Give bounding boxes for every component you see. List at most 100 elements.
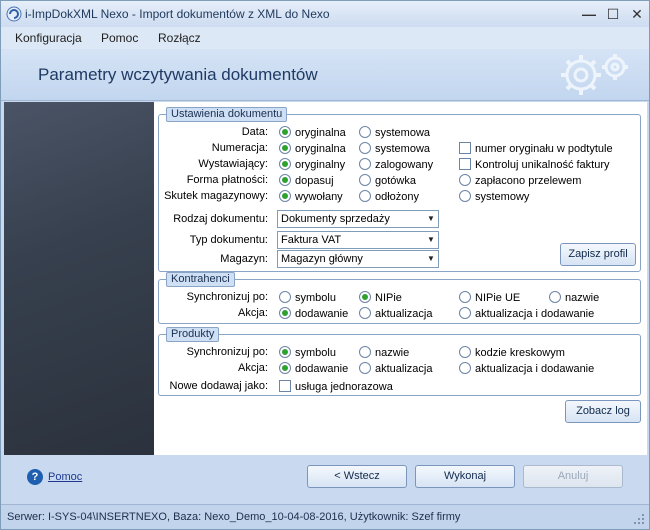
- dropdown-arrow-icon[interactable]: ▼: [424, 251, 438, 267]
- close-button[interactable]: ✕: [627, 5, 647, 23]
- radio-forma-dopasuj[interactable]: dopasuj: [279, 174, 334, 188]
- menu-pomoc[interactable]: Pomoc: [101, 31, 138, 45]
- side-banner: [4, 102, 154, 455]
- checkbox-empty-icon: [279, 380, 291, 392]
- radio-empty-icon: [359, 307, 371, 319]
- group-ustawienia-dokumentu: Ustawienia dokumentu Data: oryginalna sy…: [158, 107, 641, 272]
- radio-selected-icon: [279, 174, 291, 186]
- help-icon[interactable]: ?: [27, 469, 43, 485]
- resize-grip-icon[interactable]: [633, 513, 645, 525]
- radio-produkty-nazwie[interactable]: nazwie: [359, 346, 409, 360]
- radio-empty-icon: [459, 307, 471, 319]
- checkbox-usluga-jednorazowa[interactable]: usługa jednorazowa: [279, 380, 393, 394]
- radio-selected-icon: [359, 291, 371, 303]
- content-panel: Ustawienia dokumentu Data: oryginalna sy…: [154, 102, 647, 455]
- radio-numeracja-systemowa[interactable]: systemowa: [359, 142, 430, 156]
- select-value: Magazyn główny: [281, 253, 363, 265]
- label-kontrahenci-akcja: Akcja:: [238, 307, 268, 319]
- select-rodzaj-dokumentu[interactable]: Dokumenty sprzedaży ▼: [277, 210, 439, 228]
- checkbox-unikalnosc-faktury[interactable]: Kontroluj unikalność faktury: [459, 158, 610, 172]
- radio-forma-przelew[interactable]: zapłacono przelewem: [459, 174, 581, 188]
- checkbox-numer-podtytul[interactable]: numer oryginału w podtytule: [459, 142, 613, 156]
- radio-empty-icon: [359, 142, 371, 154]
- help-link[interactable]: Pomoc: [48, 471, 82, 483]
- cancel-button: Anuluj: [523, 465, 623, 488]
- zobacz-log-button[interactable]: Zobacz log: [565, 400, 641, 423]
- radio-empty-icon: [459, 190, 471, 202]
- title-bar: i-ImpDokXML Nexo - Import dokumentów z X…: [1, 1, 649, 27]
- radio-empty-icon: [459, 362, 471, 374]
- label-wystawiajacy: Wystawiający:: [198, 158, 268, 170]
- label-forma-platnosci: Forma płatności:: [186, 174, 268, 186]
- radio-empty-icon: [279, 291, 291, 303]
- checkbox-empty-icon: [459, 158, 471, 170]
- radio-kontrahenci-nazwie[interactable]: nazwie: [549, 291, 599, 305]
- radio-produkty-dodawanie[interactable]: dodawanie: [279, 362, 348, 376]
- radio-numeracja-oryginalna[interactable]: oryginalna: [279, 142, 346, 156]
- dropdown-arrow-icon[interactable]: ▼: [424, 211, 438, 227]
- radio-produkty-aktualizacja-dodawanie[interactable]: aktualizacja i dodawanie: [459, 362, 594, 376]
- group-title: Produkty: [166, 327, 220, 342]
- radio-kontrahenci-aktualizacja[interactable]: aktualizacja: [359, 307, 432, 321]
- radio-empty-icon: [459, 174, 471, 186]
- radio-selected-icon: [279, 307, 291, 319]
- status-text: Serwer: I-SYS-04\INSERTNEXO, Baza: Nexo_…: [7, 511, 461, 523]
- radio-forma-gotowka[interactable]: gotówka: [359, 174, 416, 188]
- group-kontrahenci: Kontrahenci Synchronizuj po: symbolu NIP…: [158, 272, 641, 324]
- radio-kontrahenci-dodawanie[interactable]: dodawanie: [279, 307, 348, 321]
- run-button[interactable]: Wykonaj: [415, 465, 515, 488]
- menu-konfiguracja[interactable]: Konfiguracja: [15, 31, 82, 45]
- radio-empty-icon: [359, 126, 371, 138]
- menu-rozlacz[interactable]: Rozłącz: [158, 31, 201, 45]
- group-produkty: Produkty Synchronizuj po: symbolu nazwie…: [158, 327, 641, 396]
- dropdown-arrow-icon[interactable]: ▼: [424, 232, 438, 248]
- label-skutek-magazynowy: Skutek magazynowy:: [164, 190, 268, 202]
- maximize-button[interactable]: ☐: [603, 5, 623, 23]
- zapisz-profil-button[interactable]: Zapisz profil: [560, 243, 636, 266]
- select-magazyn[interactable]: Magazyn główny ▼: [277, 250, 439, 268]
- radio-selected-icon: [279, 190, 291, 202]
- status-bar: Serwer: I-SYS-04\INSERTNEXO, Baza: Nexo_…: [1, 504, 649, 529]
- label-typ-dokumentu: Typ dokumentu:: [189, 234, 268, 246]
- radio-selected-icon: [279, 158, 291, 170]
- radio-skutek-odlozony[interactable]: odłożony: [359, 190, 419, 204]
- select-value: Dokumenty sprzedaży: [281, 213, 390, 225]
- back-button[interactable]: < Wstecz: [307, 465, 407, 488]
- minimize-button[interactable]: —: [579, 5, 599, 23]
- radio-empty-icon: [359, 158, 371, 170]
- radio-kontrahenci-nipie-ue[interactable]: NIPie UE: [459, 291, 520, 305]
- radio-empty-icon: [459, 346, 471, 358]
- radio-selected-icon: [279, 362, 291, 374]
- main-window: i-ImpDokXML Nexo - Import dokumentów z X…: [0, 0, 650, 530]
- radio-empty-icon: [359, 174, 371, 186]
- radio-wystawiajacy-zalogowany[interactable]: zalogowany: [359, 158, 433, 172]
- checkbox-empty-icon: [459, 142, 471, 154]
- label-produkty-synchronizuj: Synchronizuj po:: [186, 346, 268, 358]
- radio-empty-icon: [359, 346, 371, 358]
- label-produkty-akcja: Akcja:: [238, 362, 268, 374]
- radio-kontrahenci-nipie[interactable]: NIPie: [359, 291, 402, 305]
- label-data: Data:: [241, 126, 268, 138]
- radio-skutek-systemowy[interactable]: systemowy: [459, 190, 529, 204]
- radio-produkty-kodzie-kreskowym[interactable]: kodzie kreskowym: [459, 346, 565, 360]
- radio-data-oryginalna[interactable]: oryginalna: [279, 126, 346, 140]
- menu-bar: Konfiguracja Pomoc Rozłącz: [1, 27, 649, 49]
- radio-produkty-symbolu[interactable]: symbolu: [279, 346, 336, 360]
- page-title: Parametry wczytywania dokumentów: [38, 65, 318, 84]
- radio-wystawiajacy-oryginalny[interactable]: oryginalny: [279, 158, 345, 172]
- radio-empty-icon: [549, 291, 561, 303]
- radio-selected-icon: [279, 126, 291, 138]
- label-nowe-dodawaj-jako: Nowe dodawaj jako:: [169, 380, 268, 392]
- gears-icon: [561, 54, 628, 95]
- radio-kontrahenci-aktualizacja-dodawanie[interactable]: aktualizacja i dodawanie: [459, 307, 594, 321]
- radio-kontrahenci-symbolu[interactable]: symbolu: [279, 291, 336, 305]
- group-title: Ustawienia dokumentu: [166, 107, 288, 122]
- radio-data-systemowa[interactable]: systemowa: [359, 126, 430, 140]
- radio-produkty-aktualizacja[interactable]: aktualizacja: [359, 362, 432, 376]
- footer-bar: ? Pomoc < Wstecz Wykonaj Anuluj: [1, 455, 649, 501]
- select-typ-dokumentu[interactable]: Faktura VAT ▼: [277, 231, 439, 249]
- radio-skutek-wywolany[interactable]: wywołany: [279, 190, 343, 204]
- label-rodzaj-dokumentu: Rodzaj dokumentu:: [173, 213, 268, 225]
- group-title: Kontrahenci: [166, 272, 235, 287]
- radio-empty-icon: [359, 190, 371, 202]
